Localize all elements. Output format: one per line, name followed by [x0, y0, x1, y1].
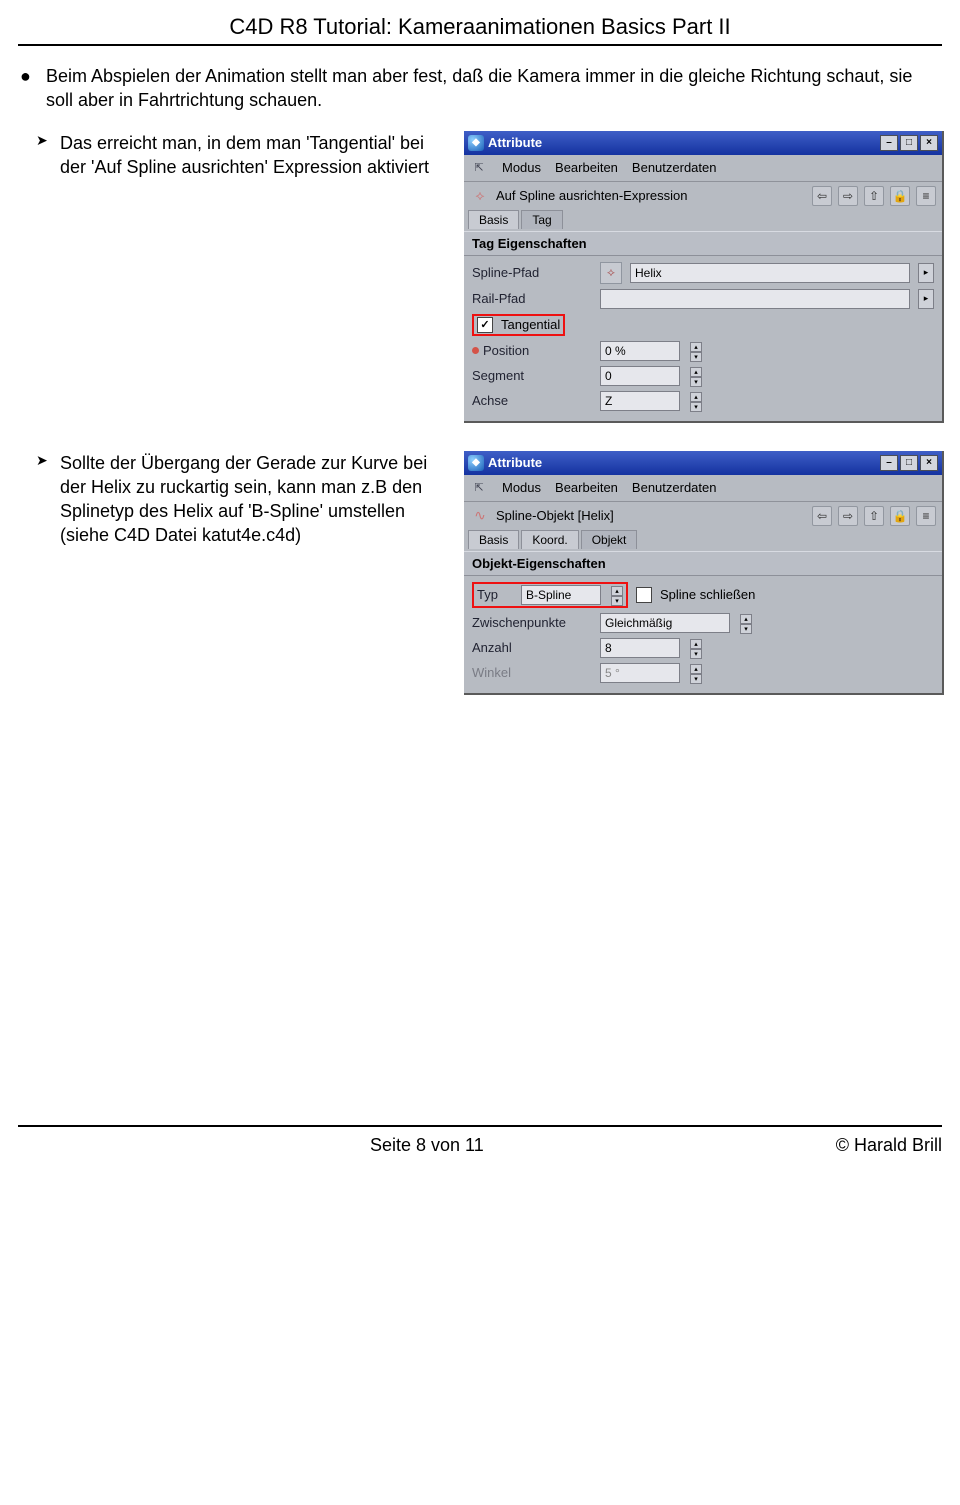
menu-bearbeiten[interactable]: Bearbeiten: [555, 480, 618, 495]
panel-title: Attribute: [488, 455, 542, 470]
typ-highlight: Typ B-Spline ▴▾: [472, 582, 628, 608]
doc-step-1: Das erreicht man, in dem man 'Tangential…: [18, 131, 448, 180]
page-title: C4D R8 Tutorial: Kameraanimationen Basic…: [18, 0, 942, 46]
doc-step-2: Sollte der Übergang der Gerade zur Kurve…: [18, 451, 448, 548]
checkbox-tangential[interactable]: ✓: [477, 317, 493, 333]
spinner-anzahl[interactable]: ▴▾: [690, 639, 702, 657]
lock-icon[interactable]: 🔒: [890, 506, 910, 526]
minimize-button[interactable]: –: [880, 135, 898, 151]
section-head: Objekt-Eigenschaften: [464, 551, 942, 576]
input-typ[interactable]: B-Spline: [521, 585, 601, 605]
object-name: Auf Spline ausrichten-Expression: [496, 188, 806, 203]
close-button[interactable]: ×: [920, 135, 938, 151]
link-icon[interactable]: ⟡: [600, 262, 622, 284]
pin-icon[interactable]: ⇱: [470, 159, 488, 177]
list-icon[interactable]: ≡: [916, 186, 936, 206]
dropdown-achse[interactable]: ▴▾: [690, 392, 702, 410]
tab-koord[interactable]: Koord.: [521, 530, 578, 549]
label-railpfad: Rail-Pfad: [472, 291, 592, 306]
menu-benutzerdaten[interactable]: Benutzerdaten: [632, 480, 717, 495]
menu-bearbeiten[interactable]: Bearbeiten: [555, 160, 618, 175]
tab-tag[interactable]: Tag: [521, 210, 562, 229]
dropdown-typ[interactable]: ▴▾: [611, 586, 623, 604]
maximize-button[interactable]: □: [900, 455, 918, 471]
label-position: Position: [472, 343, 592, 358]
close-button[interactable]: ×: [920, 455, 938, 471]
next-icon[interactable]: ⇨: [838, 506, 858, 526]
expression-icon: ⟡: [470, 186, 490, 206]
spline-icon: ∿: [470, 506, 490, 526]
tab-objekt[interactable]: Objekt: [581, 530, 638, 549]
label-zwischenpunkte: Zwischenpunkte: [472, 615, 592, 630]
menu-modus[interactable]: Modus: [502, 160, 541, 175]
label-splinepfad: Spline-Pfad: [472, 265, 592, 280]
label-anzahl: Anzahl: [472, 640, 592, 655]
label-achse: Achse: [472, 393, 592, 408]
label-typ: Typ: [477, 587, 513, 602]
up-icon[interactable]: ⇧: [864, 186, 884, 206]
label-winkel: Winkel: [472, 665, 592, 680]
tab-basis[interactable]: Basis: [468, 530, 519, 549]
menu-modus[interactable]: Modus: [502, 480, 541, 495]
label-tangential: Tangential: [501, 317, 560, 332]
input-railpfad[interactable]: [600, 289, 910, 309]
input-position[interactable]: 0 %: [600, 341, 680, 361]
menu-benutzerdaten[interactable]: Benutzerdaten: [632, 160, 717, 175]
prev-icon[interactable]: ⇦: [812, 186, 832, 206]
up-icon[interactable]: ⇧: [864, 506, 884, 526]
tab-basis[interactable]: Basis: [468, 210, 519, 229]
input-zwischenpunkte[interactable]: Gleichmäßig: [600, 613, 730, 633]
spinner-position[interactable]: ▴▾: [690, 342, 702, 360]
input-achse[interactable]: Z: [600, 391, 680, 411]
next-icon[interactable]: ⇨: [838, 186, 858, 206]
spinner-winkel: ▴▾: [690, 664, 702, 682]
prev-icon[interactable]: ⇦: [812, 506, 832, 526]
section-head: Tag Eigenschaften: [464, 231, 942, 256]
page-number: Seite 8 von 11: [18, 1135, 836, 1156]
input-winkel: 5 °: [600, 663, 680, 683]
label-close-spline: Spline schließen: [660, 587, 755, 602]
app-icon: ◆: [468, 455, 484, 471]
dropdown-arrow-icon[interactable]: ▸: [918, 263, 934, 283]
lock-icon[interactable]: 🔒: [890, 186, 910, 206]
object-name: Spline-Objekt [Helix]: [496, 508, 806, 523]
list-icon[interactable]: ≡: [916, 506, 936, 526]
input-splinepfad[interactable]: Helix: [630, 263, 910, 283]
panel-titlebar[interactable]: ◆ Attribute – □ ×: [464, 131, 942, 155]
attribute-panel-expression: ◆ Attribute – □ × ⇱ Modus Bearbeiten Ben…: [464, 131, 944, 423]
doc-bullet: Beim Abspielen der Animation stellt man …: [18, 64, 942, 113]
checkbox-close-spline[interactable]: [636, 587, 652, 603]
label-segment: Segment: [472, 368, 592, 383]
dropdown-arrow-icon[interactable]: ▸: [918, 289, 934, 309]
panel-titlebar[interactable]: ◆ Attribute – □ ×: [464, 451, 942, 475]
panel-title: Attribute: [488, 135, 542, 150]
input-anzahl[interactable]: 8: [600, 638, 680, 658]
minimize-button[interactable]: –: [880, 455, 898, 471]
app-icon: ◆: [468, 135, 484, 151]
maximize-button[interactable]: □: [900, 135, 918, 151]
spinner-segment[interactable]: ▴▾: [690, 367, 702, 385]
author: © Harald Brill: [836, 1135, 942, 1156]
pin-icon[interactable]: ⇱: [470, 479, 488, 497]
attribute-panel-spline: ◆ Attribute – □ × ⇱ Modus Bearbeiten Ben…: [464, 451, 944, 695]
dropdown-zwischenpunkte[interactable]: ▴▾: [740, 614, 752, 632]
tangential-highlight: ✓ Tangential: [472, 314, 565, 336]
input-segment[interactable]: 0: [600, 366, 680, 386]
